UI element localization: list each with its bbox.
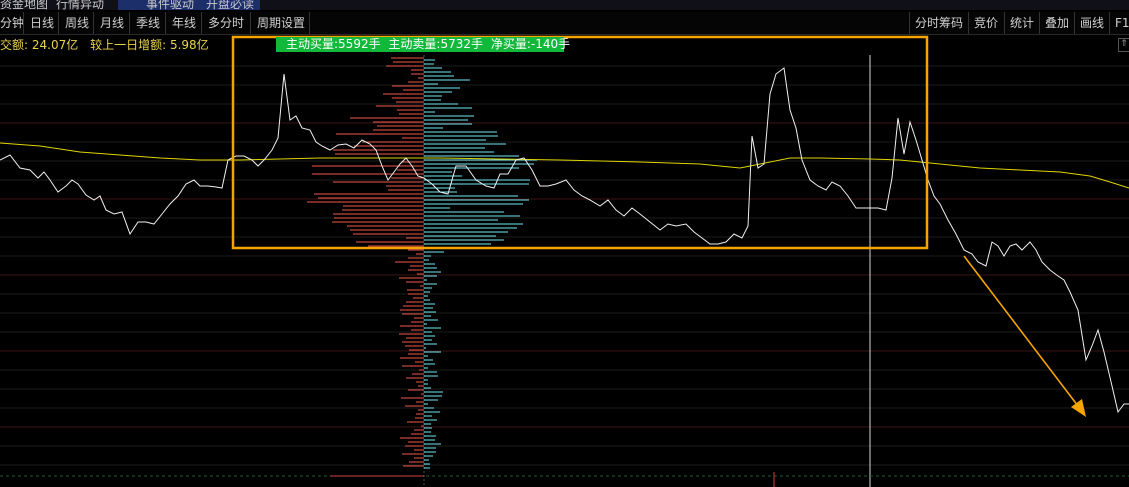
volume-profile bbox=[307, 57, 537, 469]
net-volume: 净买量:-140手 bbox=[490, 37, 571, 51]
sell-volume: 主动卖量:5732手 bbox=[388, 37, 484, 51]
average-price-line bbox=[0, 142, 1129, 189]
chart-grid bbox=[0, 65, 1129, 466]
price-line bbox=[0, 67, 1129, 414]
intraday-chart[interactable] bbox=[0, 0, 1129, 487]
buy-volume: 主动买量:5592手 bbox=[286, 37, 381, 51]
down-arrow-head bbox=[1071, 399, 1086, 417]
collapse-icon[interactable]: ⇑ bbox=[1118, 38, 1129, 52]
summary-bar: 主动买量:5592手 主动卖量:5732手 净买量:-140手 bbox=[276, 37, 570, 52]
